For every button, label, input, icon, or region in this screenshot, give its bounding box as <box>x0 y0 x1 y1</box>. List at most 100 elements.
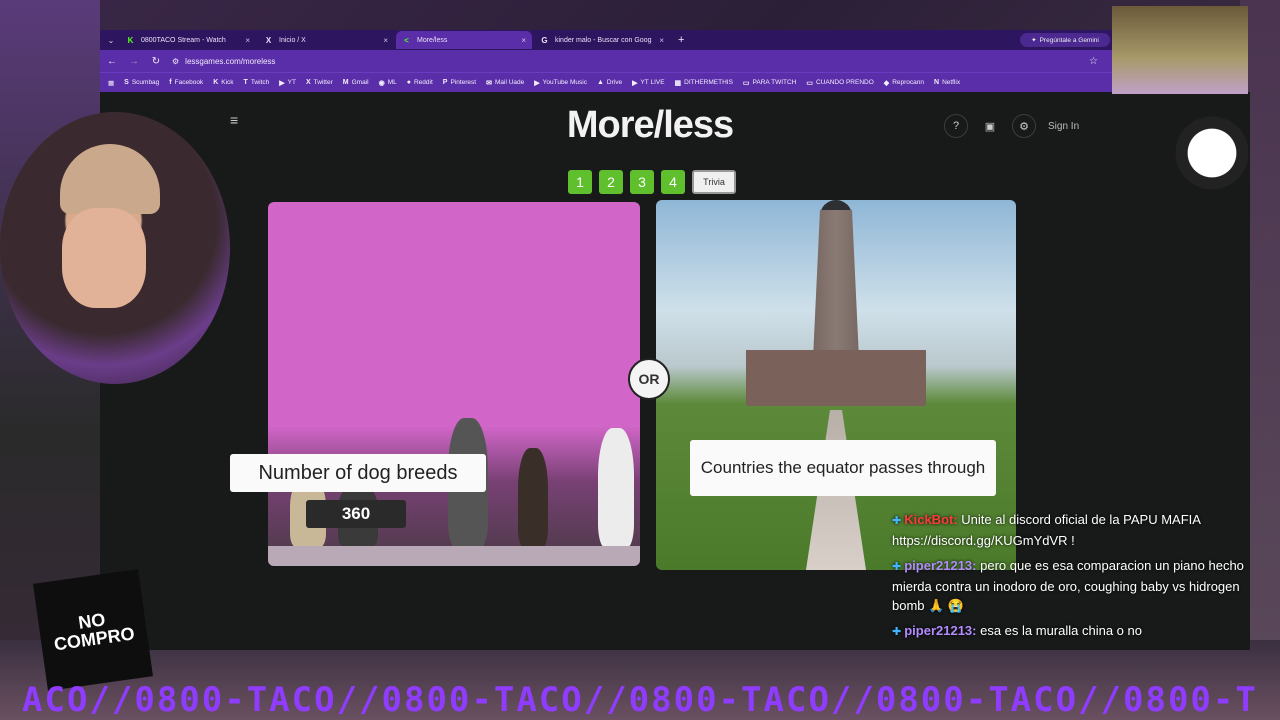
close-icon[interactable]: × <box>659 36 664 45</box>
bookmark-drive[interactable]: ▲ Drive <box>597 79 622 86</box>
bookmark-reddit[interactable]: ● Reddit <box>407 79 433 86</box>
bot-badge-icon: ✚ <box>892 515 902 527</box>
close-icon[interactable]: × <box>383 36 388 45</box>
calendar-icon[interactable]: ▣ <box>978 114 1002 138</box>
sign-in-link[interactable]: Sign In <box>1048 121 1079 132</box>
bookmark-mail-uade[interactable]: ✉ Mail Uade <box>486 79 524 87</box>
kick-icon: K <box>127 35 134 45</box>
level-1-button[interactable]: 1 <box>568 170 592 194</box>
tab-moreless[interactable]: < More/less × <box>396 31 532 49</box>
bookmark-icon: X <box>305 79 311 86</box>
dog-image <box>598 428 634 548</box>
bookmark-star-icon[interactable]: ☆ <box>1089 56 1098 67</box>
bookmark-icon: S <box>124 79 129 86</box>
secondary-camera <box>1112 6 1248 94</box>
chat-overlay: ✚ KickBot: Unite al discord oficial de la… <box>892 510 1252 648</box>
new-tab-button[interactable]: + <box>672 34 690 46</box>
bookmark-icon: ▶ <box>279 79 285 87</box>
bookmark-label: PARA TWITCH <box>752 79 797 86</box>
bookmark-reprocann[interactable]: ◆ Reprocann <box>884 79 924 87</box>
bookmark-cuando-prendo[interactable]: ▭ CUANDO PRENDO <box>806 79 873 87</box>
bookmark-label: YouTube Music <box>542 79 587 86</box>
level-4-button[interactable]: 4 <box>661 170 685 194</box>
tab-strip: ⌄ K 0800TACO Stream - Watch × X Inicio /… <box>100 30 1112 50</box>
bookmark-scumbag[interactable]: S Scumbag <box>124 79 159 86</box>
bookmark-netflix[interactable]: N Netflix <box>934 79 960 86</box>
chat-message: ✚ piper21213: esa es la muralla china o n… <box>892 621 1252 642</box>
bookmark-dithermethis[interactable]: ▦ DITHERMETHIS <box>675 79 733 87</box>
close-icon[interactable]: × <box>245 36 250 45</box>
bookmark-icon: ◆ <box>883 79 890 87</box>
left-card-value: 360 <box>306 500 406 528</box>
bookmark-icon: ◉ <box>378 79 385 87</box>
sub-badge-icon: ✚ <box>892 561 902 573</box>
bookmark-twitter[interactable]: X Twitter <box>306 79 333 86</box>
tab-0800taco[interactable]: K 0800TACO Stream - Watch × <box>120 31 256 49</box>
bookmark-label: Twitch <box>250 79 270 86</box>
bookmark-ml[interactable]: ◉ ML <box>379 79 397 87</box>
bookmark-icon: ▶ <box>534 79 540 87</box>
bookmark-label: Mail Uade <box>494 79 525 86</box>
level-selector: 1 2 3 4 Trivia <box>568 170 736 194</box>
gemini-icon: ✦ <box>1031 37 1037 44</box>
gemini-button[interactable]: ✦ Pregúntale a Gemini <box>1020 33 1110 47</box>
or-divider: OR <box>628 358 670 400</box>
bookmark-facebook[interactable]: f Facebook <box>169 79 203 86</box>
chat-username: KickBot: <box>904 512 958 527</box>
bookmark-para-twitch[interactable]: ▭ PARA TWITCH <box>743 79 796 87</box>
bookmark-youtube-music[interactable]: ▶ YouTube Music <box>534 79 587 87</box>
bookmark-kick[interactable]: K Kick <box>213 79 233 86</box>
bookmarks-bar: ▦ S Scumbag f Facebook K Kick T Twitch ▶ YT X Twitt… <box>100 72 1112 92</box>
reload-icon[interactable]: ↻ <box>150 56 162 67</box>
tab-google-search[interactable]: G kinder malo - Buscar con Goog × <box>534 31 670 49</box>
chat-text: esa es la muralla china o no <box>980 623 1142 638</box>
bookmark-label: Drive <box>606 79 623 86</box>
bookmark-label: Twitter <box>313 79 333 86</box>
bookmark-gmail[interactable]: M Gmail <box>343 79 369 86</box>
bookmark-icon: N <box>934 79 940 86</box>
url-text: lessgames.com/moreless <box>185 56 276 66</box>
bookmark-icon: ▭ <box>806 79 813 87</box>
tab-inicio-x[interactable]: X Inicio / X × <box>258 31 394 49</box>
settings-gear-icon[interactable]: ⚙ <box>1012 114 1036 138</box>
address-bar[interactable]: ⚙ lessgames.com/moreless <box>172 57 1079 66</box>
bookmark-icon: ▭ <box>742 79 750 87</box>
bookmark-icon: P <box>442 79 448 86</box>
close-icon[interactable]: × <box>521 36 526 45</box>
bookmark-label: Netflix <box>942 79 961 86</box>
streamer-face <box>62 208 146 308</box>
channel-logo-icon <box>1172 108 1252 198</box>
level-2-button[interactable]: 2 <box>599 170 623 194</box>
gemini-label: Pregúntale a Gemini <box>1039 36 1099 44</box>
bookmark-icon: ✉ <box>486 79 492 87</box>
tab-search-icon[interactable]: ⌄ <box>104 36 118 45</box>
bookmark-icon: T <box>243 79 248 86</box>
level-3-button[interactable]: 3 <box>630 170 654 194</box>
beanie <box>60 144 160 214</box>
trivia-button[interactable]: Trivia <box>692 170 736 194</box>
help-button[interactable]: ? <box>944 114 968 138</box>
tab-label: More/less <box>417 36 448 44</box>
bookmark-icon: f <box>169 79 172 86</box>
bookmark-icon: ▶ <box>632 79 638 87</box>
back-icon[interactable]: ← <box>106 56 118 67</box>
lessgames-icon: < <box>404 35 409 45</box>
no-compro-sticker: NO COMPRO <box>33 569 153 691</box>
bookmark-label: Kick <box>221 79 234 86</box>
google-icon: G <box>541 35 548 45</box>
site-info-icon[interactable]: ⚙ <box>172 57 179 66</box>
apps-icon[interactable]: ▦ <box>108 79 114 87</box>
bookmark-icon: ● <box>406 79 411 86</box>
forward-icon[interactable]: → <box>128 56 140 67</box>
bookmark-twitch[interactable]: T Twitch <box>244 79 270 86</box>
bookmark-yt-live[interactable]: ▶ YT LIVE <box>632 79 664 87</box>
bookmark-icon: K <box>213 79 219 86</box>
x-icon: X <box>265 35 272 45</box>
bookmark-label: Gmail <box>351 79 369 86</box>
header-actions: ? ▣ ⚙ Sign In <box>944 114 1079 138</box>
address-bar-row: ← → ↻ ⚙ lessgames.com/moreless ☆ <box>100 50 1112 72</box>
bookmark-label: Reprocann <box>892 79 924 86</box>
bookmark-label: CUANDO PRENDO <box>816 79 874 86</box>
bookmark-yt[interactable]: ▶ YT <box>279 79 296 87</box>
bookmark-pinterest[interactable]: P Pinterest <box>443 79 476 86</box>
